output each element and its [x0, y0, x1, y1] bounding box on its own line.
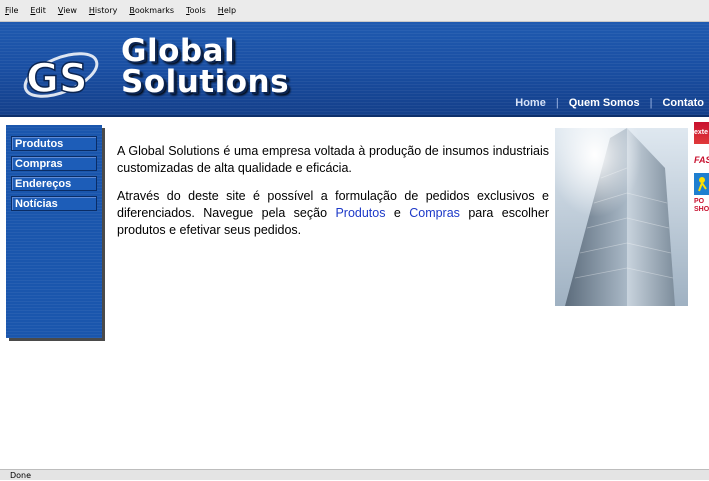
nav-quem-somos[interactable]: Quem Somos	[569, 97, 640, 109]
instructions-paragraph: Através do deste site é possível a formu…	[117, 188, 549, 239]
menu-help[interactable]: Help	[218, 6, 236, 15]
brand-line-1: Global	[121, 33, 236, 69]
link-produtos[interactable]: Produtos	[335, 206, 385, 220]
ad-figure-icon	[698, 177, 707, 192]
brand-line-2: Solutions	[121, 64, 290, 100]
ad-banner[interactable]: FAS	[694, 151, 709, 169]
browser-status-bar: Done	[0, 469, 709, 480]
ad-banner-text: FAS	[694, 155, 709, 165]
top-navigation: Home | Quem Somos | Contato	[515, 97, 704, 109]
ad-banner-text: PO	[694, 198, 705, 205]
nav-home[interactable]: Home	[515, 97, 546, 109]
ad-banner[interactable]: PO SHO	[694, 198, 709, 222]
ad-banner[interactable]: exte	[694, 122, 709, 144]
menu-bookmarks[interactable]: Bookmarks	[129, 6, 174, 15]
building-image	[555, 128, 688, 306]
intro-paragraph: A Global Solutions é uma empresa voltada…	[117, 144, 549, 175]
ad-banner-text: exte	[694, 129, 709, 136]
sidebar-item-produtos[interactable]: Produtos	[11, 136, 97, 151]
sidebar-item-compras[interactable]: Compras	[11, 156, 97, 171]
browser-menu-bar: File Edit View History Bookmarks Tools H…	[0, 0, 709, 22]
menu-edit[interactable]: Edit	[30, 6, 46, 15]
ad-banner-text: SHO	[694, 206, 709, 213]
nav-contato[interactable]: Contato	[662, 97, 704, 109]
sidebar: Produtos Compras Endereços Notícias	[6, 125, 102, 338]
paragraph-text: e	[385, 206, 410, 220]
menu-history[interactable]: History	[89, 6, 117, 15]
nav-separator: |	[555, 97, 559, 109]
ad-banner[interactable]	[694, 173, 709, 195]
site-header: GS Global Solutions Home | Quem Somos | …	[0, 22, 709, 117]
main-content: A Global Solutions é uma empresa voltada…	[117, 143, 549, 250]
menu-tools[interactable]: Tools	[186, 6, 206, 15]
menu-view[interactable]: View	[58, 6, 77, 15]
menu-file[interactable]: File	[5, 6, 18, 15]
link-compras[interactable]: Compras	[409, 206, 460, 220]
sidebar-item-enderecos[interactable]: Endereços	[11, 176, 97, 191]
nav-separator: |	[649, 97, 653, 109]
gs-logo-icon: GS	[23, 52, 99, 102]
brand-title[interactable]: Global Solutions	[121, 36, 289, 98]
logo-text: GS	[26, 56, 88, 102]
sidebar-item-noticias[interactable]: Notícias	[11, 196, 97, 211]
